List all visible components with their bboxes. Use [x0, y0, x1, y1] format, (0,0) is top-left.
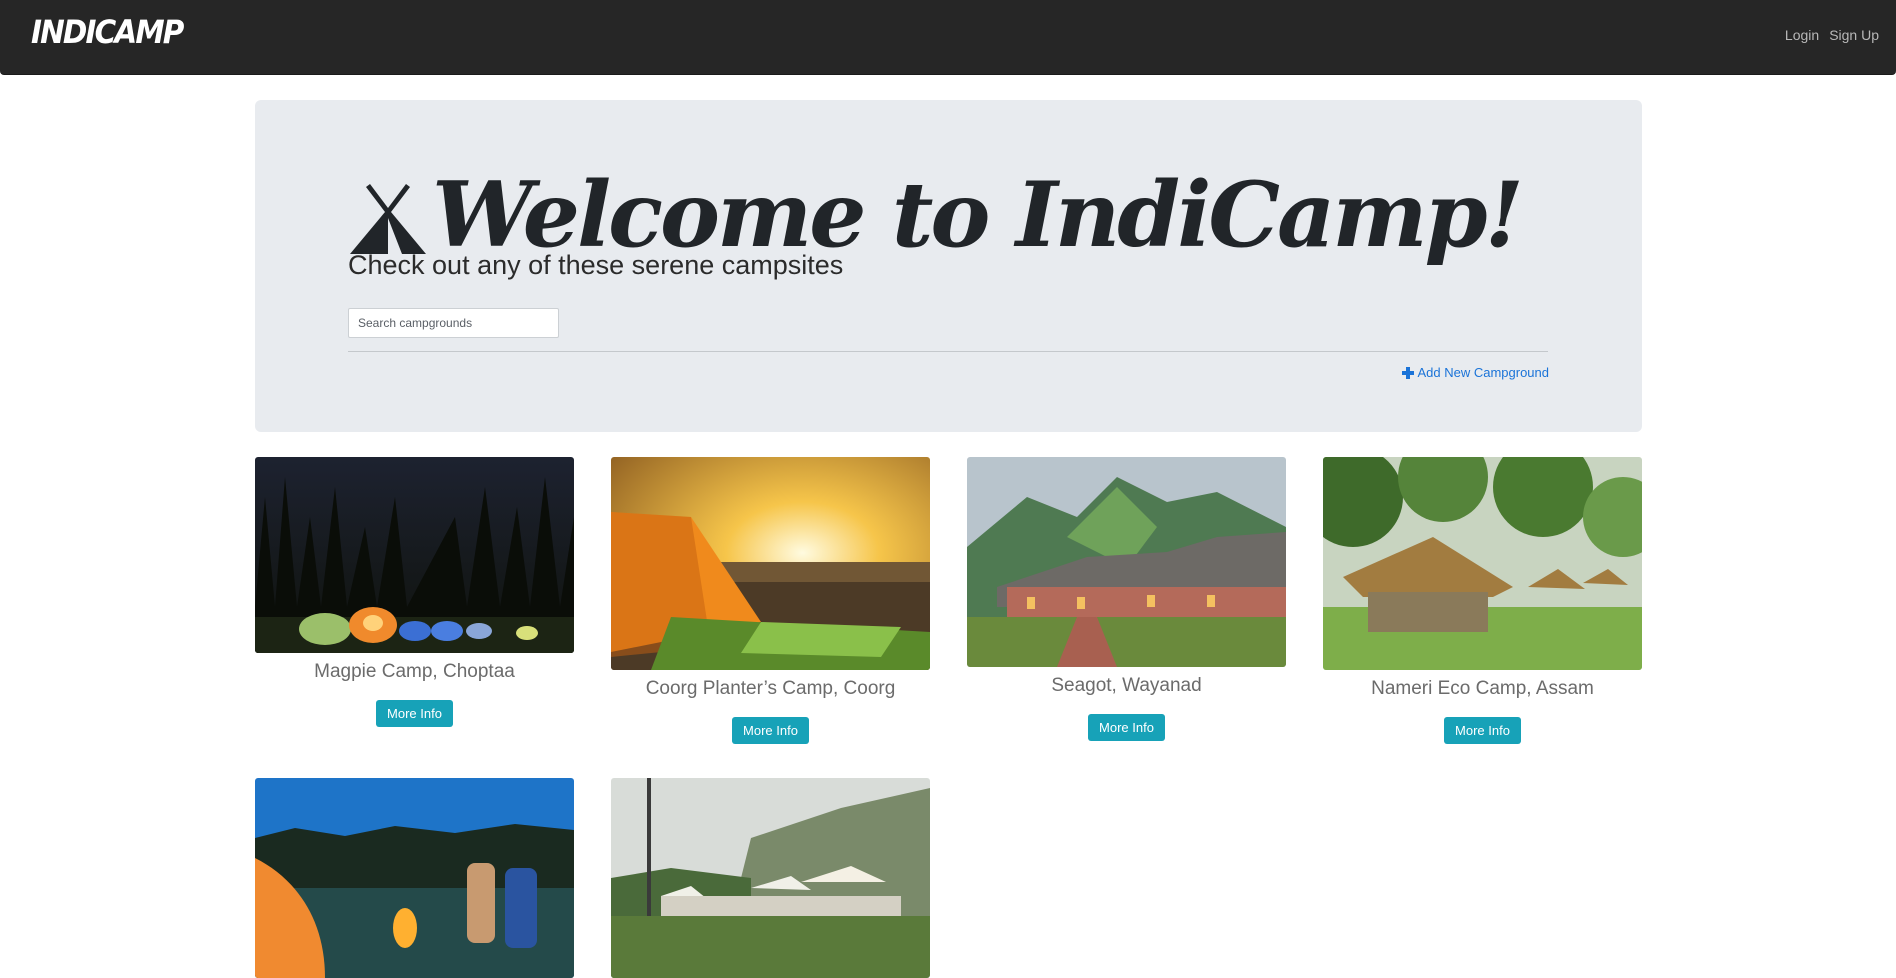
more-info-button[interactable]: More Info — [376, 700, 453, 727]
campground-card: Seagot, Wayanad More Info — [967, 457, 1286, 741]
campground-name: Magpie Camp, Choptaa — [314, 661, 515, 682]
add-campground-label: Add New Campground — [1417, 365, 1549, 380]
login-link[interactable]: Login — [1785, 27, 1819, 43]
signup-link[interactable]: Sign Up — [1829, 27, 1879, 43]
campground-name: Nameri Eco Camp, Assam — [1371, 678, 1594, 699]
campground-card: Coorg Planter’s Camp, Coorg More Info — [611, 457, 930, 744]
campground-name: Seagot, Wayanad — [1051, 675, 1202, 696]
plus-icon — [1402, 366, 1415, 379]
more-info-button[interactable]: More Info — [732, 717, 809, 744]
campground-image-couple-campfire-lake — [255, 778, 574, 978]
campground-image-mountain-cottage — [967, 457, 1286, 667]
campground-card: Magpie Camp, Choptaa More Info — [255, 457, 574, 727]
tent-icon — [350, 184, 426, 254]
navbar: INDICAMP Login Sign Up — [0, 0, 1896, 75]
nav-links: Login Sign Up — [1785, 27, 1879, 43]
more-info-button[interactable]: More Info — [1088, 714, 1165, 741]
campground-card: Nameri Eco Camp, Assam More Info — [1323, 457, 1642, 744]
search-input[interactable] — [348, 308, 559, 338]
more-info-button[interactable]: More Info — [1444, 717, 1521, 744]
campground-card — [611, 778, 930, 978]
brand-logo[interactable]: INDICAMP — [31, 13, 184, 51]
campground-card — [255, 778, 574, 978]
campground-image-mountain-tents — [611, 778, 930, 978]
campground-name: Coorg Planter’s Camp, Coorg — [645, 678, 896, 699]
hero-subtitle: Check out any of these serene campsites — [348, 250, 844, 280]
campground-image-night-forest-tents — [255, 457, 574, 653]
divider — [348, 351, 1548, 352]
campground-image-sunset-tent — [611, 457, 930, 670]
add-campground-link[interactable]: Add New Campground — [1402, 365, 1549, 380]
hero-jumbotron: Welcome to IndiCamp! Check out any of th… — [255, 100, 1642, 432]
campground-image-thatched-huts — [1323, 457, 1642, 670]
